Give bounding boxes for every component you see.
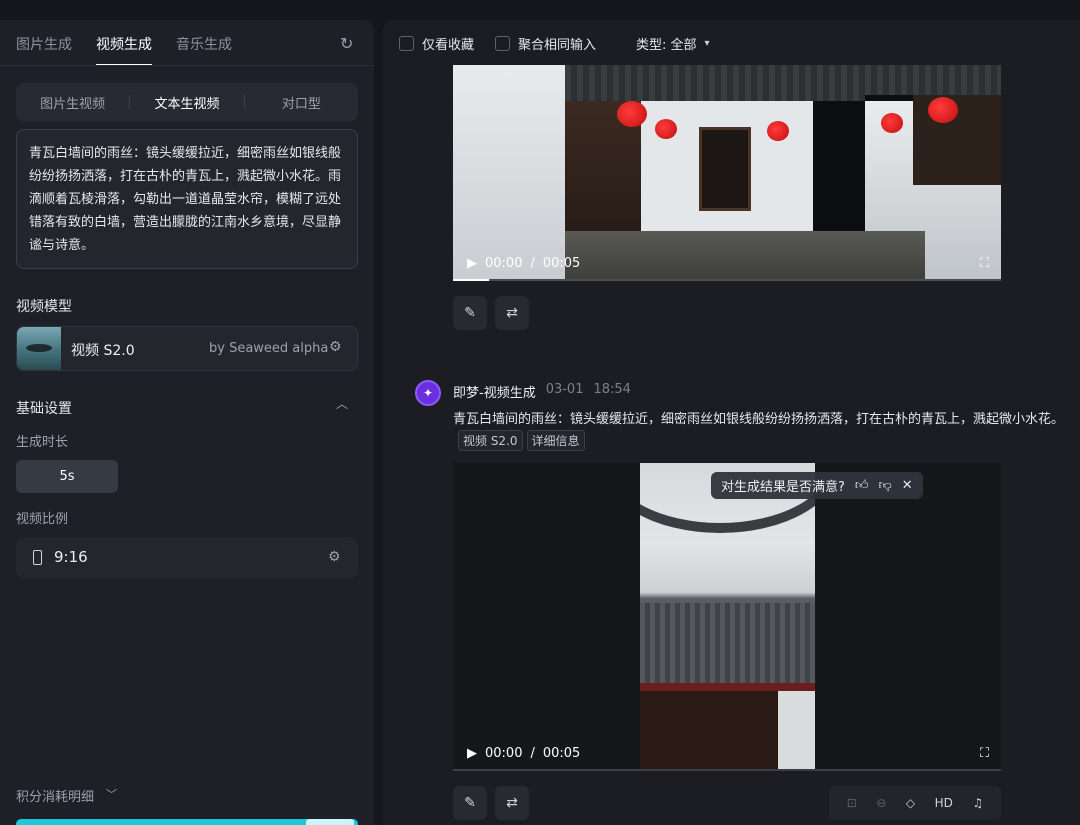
mode-image-to-video[interactable]: 图片生视频 — [16, 93, 129, 112]
tab-image-generation[interactable]: 图片生成 — [16, 34, 72, 66]
chevron-down-icon[interactable]: ﹀ — [106, 786, 117, 802]
refresh-icon[interactable]: ↻ — [340, 34, 353, 53]
video-frame — [640, 463, 815, 771]
repeat-icon[interactable]: ⇄ — [495, 786, 529, 820]
video-player-2[interactable]: 对生成结果是否满意? 👍︎ 👎︎ ✕ ▶ 00:00 / 00:05 ⛶ — [453, 463, 1001, 771]
generate-badge — [306, 819, 354, 825]
sliders-icon[interactable]: ⚙ — [329, 339, 342, 355]
entry-meta: 即梦-视频生成 03-01 18:54 — [453, 382, 631, 401]
entry-badges: 视频 S2.0 详细信息 — [458, 430, 585, 451]
pencil-icon[interactable]: ✎ — [453, 296, 487, 330]
thumbs-up-icon[interactable]: 👍︎ — [855, 478, 869, 493]
credits-detail-label[interactable]: 积分消耗明细 — [16, 786, 94, 805]
scene-ground — [565, 231, 925, 281]
thumbs-down-icon[interactable]: 👎︎ — [879, 478, 892, 493]
close-icon[interactable]: ✕ — [902, 478, 913, 493]
scene-lower-wall — [778, 691, 815, 771]
play-icon[interactable]: ▶ — [467, 256, 477, 271]
scene-wall-left — [453, 65, 565, 281]
details-badge[interactable]: 详细信息 — [526, 430, 585, 451]
scene-beam — [640, 683, 815, 691]
video-controls: ▶ 00:00 / 00:05 — [467, 746, 580, 761]
lantern — [928, 97, 958, 123]
model-section-title: 视频模型 — [16, 299, 72, 315]
chevron-up-icon[interactable]: ︿ — [336, 395, 348, 412]
lantern — [767, 121, 789, 141]
checkbox[interactable] — [495, 36, 510, 51]
ratio-selector[interactable]: 9:16 ⚙ — [16, 537, 358, 579]
lantern — [881, 113, 903, 133]
scene-roof-right — [865, 65, 1001, 95]
merge-filter-label: 聚合相同输入 — [518, 38, 597, 53]
model-selector[interactable]: 视频 S2.0 by Seaweed alpha ⚙ — [16, 326, 358, 371]
total-duration: 00:05 — [542, 256, 581, 271]
favorites-filter[interactable]: 仅看收藏 — [399, 34, 474, 53]
scene-door — [699, 127, 751, 211]
video-controls: ▶ 00:00 / 00:05 — [467, 256, 580, 271]
video-tools: ⊡ ⊖ ◇ HD ♫ — [829, 786, 1001, 820]
lantern — [617, 101, 647, 127]
favorites-filter-label: 仅看收藏 — [422, 38, 475, 53]
checkbox[interactable] — [399, 36, 414, 51]
mode-lip-sync[interactable]: 对口型 — [245, 93, 358, 112]
model-name: 视频 S2.0 — [71, 343, 135, 359]
video-2-actions: ✎ ⇄ — [453, 786, 529, 820]
chevron-down-icon: ▾ — [704, 38, 710, 49]
type-filter-label: 类型: 全部 — [636, 38, 697, 53]
duration-option[interactable]: 5s — [16, 460, 118, 493]
entry-time: 18:54 — [593, 382, 631, 397]
type-filter[interactable]: 类型: 全部 ▾ — [636, 34, 710, 53]
scene-lower-door — [640, 691, 778, 771]
video-1-actions: ✎ ⇄ — [453, 296, 529, 330]
video-player-1[interactable]: ▶ 00:00 / 00:05 ⛶ — [453, 65, 1001, 281]
feedback-popup: 对生成结果是否满意? 👍︎ 👎︎ ✕ — [711, 472, 923, 499]
fullscreen-icon[interactable]: ⛶ — [980, 256, 989, 271]
entry-prompt: 青瓦白墙间的雨丝：镜头缓缓拉近，细密雨丝如银线般纷纷扬扬洒落，打在古朴的青瓦上，… — [453, 412, 1065, 427]
total-duration: 00:05 — [542, 746, 581, 761]
sliders-icon[interactable]: ⚙ — [328, 549, 341, 565]
time-separator: / — [530, 746, 535, 761]
avatar: ✦ — [415, 380, 441, 406]
scene-tiles — [640, 603, 815, 683]
entry-date: 03-01 — [545, 382, 584, 397]
divider — [0, 65, 374, 66]
mode-text-to-video[interactable]: 文本生视频 — [130, 93, 243, 112]
tab-music-generation[interactable]: 音乐生成 — [176, 34, 232, 66]
pencil-icon[interactable]: ✎ — [453, 786, 487, 820]
model-provider: by Seaweed alpha — [209, 341, 329, 356]
generate-button[interactable] — [16, 819, 358, 825]
feedback-question: 对生成结果是否满意? — [721, 480, 845, 495]
top-strip — [0, 0, 1080, 20]
crop-icon[interactable]: ⊡ — [847, 796, 857, 810]
model-thumbnail — [17, 327, 61, 370]
phone-icon — [33, 550, 42, 565]
basic-settings-title: 基础设置 — [16, 401, 72, 417]
ratio-label: 视频比例 — [16, 512, 69, 527]
music-icon[interactable]: ♫ — [972, 796, 983, 810]
play-icon[interactable]: ▶ — [467, 746, 477, 761]
fullscreen-icon[interactable]: ⛶ — [980, 746, 989, 761]
current-time: 00:00 — [485, 256, 523, 271]
progress-bar[interactable] — [453, 279, 1001, 281]
results-area: 仅看收藏 聚合相同输入 类型: 全部 ▾ ▶ 00:00 / 00:05 ⛶ ✎… — [383, 20, 1080, 825]
hd-button[interactable]: HD — [935, 796, 953, 810]
scene-roof — [565, 65, 865, 101]
interpolate-icon[interactable]: ◇ — [906, 796, 915, 810]
lantern — [655, 119, 677, 139]
ratio-value: 9:16 — [54, 548, 88, 566]
prompt-textarea[interactable]: 青瓦白墙间的雨丝：镜头缓缓拉近，细密雨丝如银线般纷纷扬扬洒落，打在古朴的青瓦上，… — [16, 129, 358, 269]
mode-selector: 图片生视频 文本生视频 对口型 — [16, 83, 358, 121]
repeat-icon[interactable]: ⇄ — [495, 296, 529, 330]
entry-author: 即梦-视频生成 — [453, 386, 536, 401]
loop-icon[interactable]: ⊖ — [876, 796, 886, 810]
model-badge: 视频 S2.0 — [458, 430, 523, 451]
time-separator: / — [530, 256, 535, 271]
current-time: 00:00 — [485, 746, 523, 761]
left-panel: 图片生成 视频生成 音乐生成 ↻ 图片生视频 文本生视频 对口型 青瓦白墙间的雨… — [0, 20, 374, 825]
tab-video-generation[interactable]: 视频生成 — [96, 34, 152, 66]
merge-filter[interactable]: 聚合相同输入 — [495, 34, 596, 53]
progress-bar[interactable] — [453, 769, 1001, 771]
generation-tabs: 图片生成 视频生成 音乐生成 — [16, 34, 232, 66]
duration-label: 生成时长 — [16, 435, 69, 450]
